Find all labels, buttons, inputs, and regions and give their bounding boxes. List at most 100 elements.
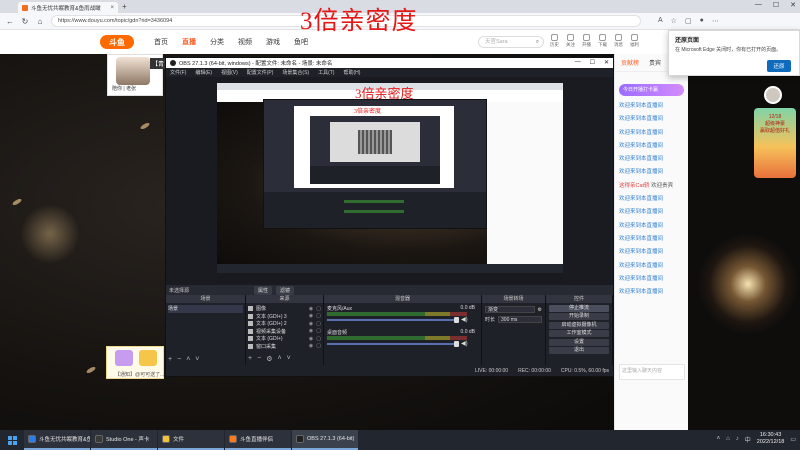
lock-icon[interactable]: ▢ (316, 313, 321, 319)
lock-icon[interactable]: ▢ (316, 321, 321, 327)
tray-arrow-icon[interactable]: ˄ (717, 436, 721, 442)
obs-menu-item[interactable]: 配置文件(P) (247, 69, 274, 76)
promo-banner[interactable]: 12/18 超级神豪 赢取超值好礼 (754, 108, 796, 178)
lock-icon[interactable]: ▢ (316, 328, 321, 334)
nav-item[interactable]: 视频 (238, 37, 252, 47)
profile-icon[interactable]: ● (700, 17, 704, 25)
minimize-icon[interactable]: — (575, 59, 581, 66)
filters-button[interactable]: 滤镜 (276, 286, 295, 295)
eye-icon[interactable]: ◉ (309, 336, 313, 342)
nav-item[interactable]: 首页 (154, 37, 168, 47)
eye-icon[interactable]: ◉ (309, 321, 313, 327)
favorite-star-icon[interactable]: ☆ (671, 17, 677, 25)
header-icon-button[interactable]: 福利 (630, 34, 639, 48)
chat-input[interactable]: 这里输入聊天内容 (619, 364, 685, 380)
speaker-icon[interactable]: ◀) (461, 340, 468, 347)
add-icon[interactable]: + (168, 356, 172, 363)
eye-icon[interactable]: ◉ (309, 313, 313, 319)
header-icon-button[interactable]: 消息 (614, 34, 623, 48)
taskbar-app[interactable]: 斗鱼直播伴侣 (225, 430, 291, 450)
restore-button[interactable]: 还原 (767, 60, 791, 72)
header-icon-button[interactable]: 开播 (582, 34, 591, 48)
promo-avatar[interactable] (764, 86, 782, 104)
control-button[interactable]: 停止推流 (549, 304, 609, 312)
move-up-icon[interactable]: ˄ (186, 356, 190, 363)
obs-menu-item[interactable]: 工具(T) (318, 69, 334, 76)
control-button[interactable]: 开始录制 (549, 313, 609, 320)
control-button[interactable]: 启动虚拟摄像机 (549, 321, 609, 329)
chat-banner[interactable]: 今日开播打卡赢 (619, 84, 684, 96)
douyu-search-input[interactable]: 天官Sara ⌕ (478, 36, 544, 48)
gift-notice-card[interactable]: 【通知】@可可送了... (106, 346, 164, 379)
gear-icon[interactable]: ⚙ (538, 307, 542, 313)
volume-slider[interactable] (327, 341, 459, 347)
duration-input[interactable]: 300 ms (498, 316, 542, 323)
browser-tab[interactable]: 斗鱼无忧共眠教育&鱼雨战瞰 × (18, 2, 118, 13)
minimize-icon[interactable]: — (755, 1, 762, 9)
control-button[interactable]: 工作室模式 (549, 330, 609, 337)
obs-menu-item[interactable]: 文件(F) (170, 69, 186, 76)
douyu-logo[interactable]: 斗鱼 (100, 35, 134, 49)
lock-icon[interactable]: ▢ (316, 306, 321, 312)
header-icon-button[interactable]: 下载 (598, 34, 607, 48)
header-icon-button[interactable]: 历史 (550, 34, 559, 48)
move-down-icon[interactable]: ˅ (287, 355, 291, 363)
scene-item[interactable]: 场景 (168, 305, 243, 313)
source-item[interactable]: 图像 ◉ ▢ (248, 305, 321, 313)
close-window-icon[interactable]: ✕ (604, 59, 609, 66)
source-item[interactable]: 窗口采集 ◉ ▢ (248, 343, 321, 351)
back-icon[interactable]: ← (6, 17, 14, 26)
eye-icon[interactable]: ◉ (309, 343, 313, 349)
source-item[interactable]: 视频采集设备 ◉ ▢ (248, 328, 321, 336)
volume-icon[interactable]: ♪ (736, 436, 739, 442)
network-icon[interactable]: ⌂ (726, 436, 730, 442)
properties-button[interactable]: 属性 (254, 286, 273, 295)
home-icon[interactable]: ⌂ (36, 17, 44, 26)
more-icon[interactable]: ⋯ (712, 17, 719, 25)
new-tab-button[interactable]: + (122, 2, 127, 11)
speaker-icon[interactable]: ◀) (461, 316, 468, 323)
read-aloud-icon[interactable]: A (658, 17, 663, 25)
volume-slider-knob[interactable] (454, 317, 459, 323)
ime-icon[interactable]: 中 (745, 435, 751, 444)
taskbar-app[interactable]: 文件 (158, 430, 224, 450)
maximize-icon[interactable]: ☐ (773, 1, 779, 9)
taskbar-app[interactable]: OBS 27.1.3 (64-bit) (292, 430, 358, 450)
lock-icon[interactable]: ▢ (316, 343, 321, 349)
remove-icon[interactable]: − (257, 355, 261, 363)
collections-icon[interactable]: ▢ (685, 17, 692, 25)
control-button[interactable]: 设置 (549, 338, 609, 346)
refresh-icon[interactable]: ↻ (21, 17, 29, 26)
remove-icon[interactable]: − (177, 356, 181, 363)
search-icon[interactable]: ⌕ (536, 37, 539, 48)
move-down-icon[interactable]: ˅ (195, 356, 199, 363)
add-icon[interactable]: + (248, 355, 252, 363)
source-item[interactable]: 文本 (GDI+) 2 ◉ ▢ (248, 320, 321, 328)
transition-select[interactable]: 渐变 (485, 306, 535, 313)
move-up-icon[interactable]: ˄ (277, 355, 281, 363)
close-window-icon[interactable]: ✕ (790, 1, 796, 9)
maximize-icon[interactable]: ☐ (590, 59, 595, 66)
eye-icon[interactable]: ◉ (309, 328, 313, 334)
volume-slider-knob[interactable] (454, 341, 459, 347)
notification-icon[interactable]: ▭ (790, 436, 796, 443)
tab-vip[interactable]: 贵宾 (649, 58, 661, 67)
start-button[interactable] (0, 430, 24, 450)
taskbar-app[interactable]: 斗鱼无忧共眠教育&鱼雨战瞰 (24, 430, 90, 450)
tab-contribution[interactable]: 贡献榜 (621, 58, 639, 67)
taskbar-app[interactable]: Studio One - 声卡 (91, 430, 157, 450)
volume-slider[interactable] (327, 317, 459, 323)
lock-icon[interactable]: ▢ (316, 336, 321, 342)
tab-close-icon[interactable]: × (110, 5, 114, 11)
system-clock[interactable]: 16:30:43 2022/12/18 (757, 432, 785, 446)
nav-item[interactable]: 游戏 (266, 37, 280, 47)
obs-menu-item[interactable]: 帮助(H) (343, 69, 360, 76)
control-button[interactable]: 退出 (549, 347, 609, 354)
nav-item[interactable]: 鱼吧 (294, 37, 308, 47)
nav-item[interactable]: 分类 (210, 37, 224, 47)
obs-menu-item[interactable]: 编辑(E) (195, 69, 212, 76)
header-icon-button[interactable]: 关注 (566, 34, 575, 48)
nav-item[interactable]: 直播 (182, 37, 196, 47)
gear-icon[interactable]: ⚙ (266, 355, 272, 363)
source-item[interactable]: 文本 (GDI+) ◉ ▢ (248, 335, 321, 343)
